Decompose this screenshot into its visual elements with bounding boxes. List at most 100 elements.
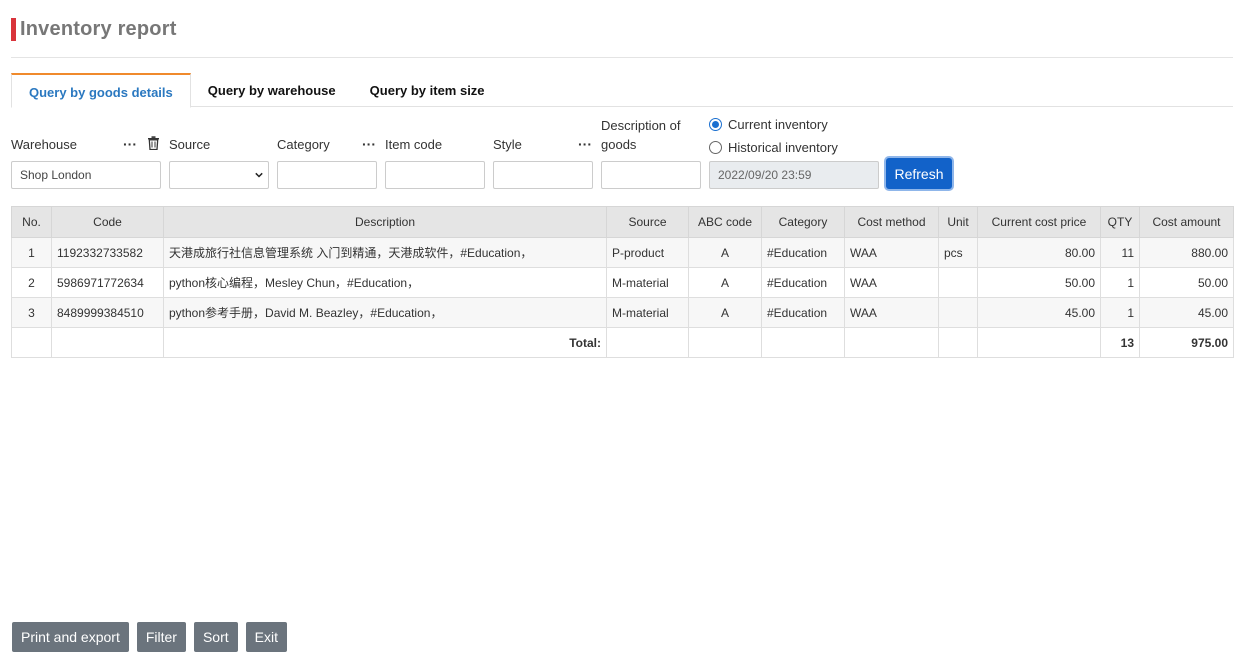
col-header-cost-amount[interactable]: Cost amount [1139, 206, 1234, 238]
total-label: Total: [163, 327, 607, 358]
table-row[interactable]: 3 8489999384510 python参考手册，David M. Beaz… [11, 297, 1234, 328]
refresh-button[interactable]: Refresh [886, 158, 952, 189]
style-input[interactable] [493, 161, 593, 189]
item-code-input[interactable] [385, 161, 485, 189]
cell-qty: 1 [1100, 297, 1140, 328]
cell-source: M-material [606, 267, 689, 298]
cell-abc-code: A [688, 237, 762, 268]
total-empty-cell [11, 327, 52, 358]
cell-cost-amount: 45.00 [1139, 297, 1234, 328]
col-header-qty[interactable]: QTY [1100, 206, 1140, 238]
total-empty-cell [761, 327, 845, 358]
table-row[interactable]: 2 5986971772634 python核心编程，Mesley Chun，#… [11, 267, 1234, 298]
cell-no: 3 [11, 297, 52, 328]
cell-current-cost-price: 80.00 [977, 237, 1101, 268]
description-label-line1: Description of [601, 118, 681, 133]
category-input[interactable] [277, 161, 377, 189]
radio-unselected-icon [709, 141, 722, 154]
cell-unit [938, 267, 978, 298]
cell-cost-method: WAA [844, 237, 939, 268]
cell-no: 2 [11, 267, 52, 298]
col-header-cost-method[interactable]: Cost method [844, 206, 939, 238]
item-code-label: Item code [385, 137, 443, 152]
col-header-unit[interactable]: Unit [938, 206, 978, 238]
total-empty-cell [688, 327, 762, 358]
page-title: Inventory report [20, 18, 177, 40]
tab-query-by-warehouse[interactable]: Query by warehouse [191, 73, 353, 107]
current-inventory-label: Current inventory [728, 117, 828, 132]
sort-button[interactable]: Sort [193, 622, 238, 652]
description-label-line2: goods [601, 137, 637, 152]
exit-button[interactable]: Exit [245, 622, 287, 652]
title-divider [11, 57, 1233, 58]
inventory-datetime-input[interactable]: 2022/09/20 23:59 [709, 161, 879, 189]
current-inventory-radio[interactable]: Current inventory [709, 117, 828, 132]
title-accent-bar [11, 18, 16, 41]
page-header: Inventory report [11, 18, 177, 41]
source-label: Source [169, 137, 211, 152]
col-header-no[interactable]: No. [11, 206, 52, 238]
cell-code: 8489999384510 [51, 297, 164, 328]
cell-cost-amount: 880.00 [1139, 237, 1234, 268]
cell-cost-method: WAA [844, 297, 939, 328]
cell-description: python参考手册，David M. Beazley，#Education， [163, 297, 607, 328]
tab-query-by-goods-details[interactable]: Query by goods details [11, 73, 191, 108]
cell-no: 1 [11, 237, 52, 268]
total-empty-cell [844, 327, 939, 358]
cell-description: python核心编程，Mesley Chun，#Education， [163, 267, 607, 298]
cell-description: 天港成旅行社信息管理系统 入门到精通，天港成软件，#Education， [163, 237, 607, 268]
col-header-source[interactable]: Source [606, 206, 689, 238]
cell-unit: pcs [938, 237, 978, 268]
warehouse-label: Warehouse [11, 137, 77, 152]
category-more-icon[interactable]: ··· [362, 137, 376, 151]
cell-category: #Education [761, 297, 845, 328]
cell-code: 5986971772634 [51, 267, 164, 298]
total-cost-amount: 975.00 [1139, 327, 1234, 358]
total-empty-cell [977, 327, 1101, 358]
cell-category: #Education [761, 237, 845, 268]
cell-source: P-product [606, 237, 689, 268]
warehouse-input[interactable]: Shop London [11, 161, 161, 189]
cell-abc-code: A [688, 297, 762, 328]
action-bar: Print and export Filter Sort Exit [12, 622, 287, 652]
radio-selected-icon [709, 118, 722, 131]
total-empty-cell [51, 327, 164, 358]
cell-source: M-material [606, 297, 689, 328]
col-header-code[interactable]: Code [51, 206, 164, 238]
cell-current-cost-price: 50.00 [977, 267, 1101, 298]
cell-unit [938, 297, 978, 328]
cell-qty: 1 [1100, 267, 1140, 298]
source-select[interactable] [169, 161, 269, 189]
total-qty: 13 [1100, 327, 1140, 358]
filter-button[interactable]: Filter [136, 622, 186, 652]
col-header-description[interactable]: Description [163, 206, 607, 238]
historical-inventory-radio[interactable]: Historical inventory [709, 140, 838, 155]
cell-qty: 11 [1100, 237, 1140, 268]
style-more-icon[interactable]: ··· [578, 137, 592, 151]
table-total-row: Total: 13 975.00 [11, 327, 1234, 358]
cell-abc-code: A [688, 267, 762, 298]
cell-current-cost-price: 45.00 [977, 297, 1101, 328]
cell-category: #Education [761, 267, 845, 298]
cell-cost-amount: 50.00 [1139, 267, 1234, 298]
col-header-category[interactable]: Category [761, 206, 845, 238]
print-export-button[interactable]: Print and export [12, 622, 129, 652]
style-label: Style [493, 137, 522, 152]
tab-query-by-item-size[interactable]: Query by item size [353, 73, 502, 107]
cell-code: 1192332733582 [51, 237, 164, 268]
category-label: Category [277, 137, 330, 152]
col-header-current-cost-price[interactable]: Current cost price [977, 206, 1101, 238]
warehouse-more-icon[interactable]: ··· [123, 137, 137, 151]
chevron-down-icon [255, 172, 263, 178]
inventory-table: No. Code Description Source ABC code Cat… [11, 206, 1234, 358]
total-empty-cell [606, 327, 689, 358]
col-header-abc-code[interactable]: ABC code [688, 206, 762, 238]
historical-inventory-label: Historical inventory [728, 140, 838, 155]
table-row[interactable]: 1 1192332733582 天港成旅行社信息管理系统 入门到精通，天港成软件… [11, 237, 1234, 268]
total-empty-cell [938, 327, 978, 358]
query-tabs: Query by goods details Query by warehous… [11, 73, 1233, 108]
description-input[interactable] [601, 161, 701, 189]
trash-icon[interactable] [147, 136, 160, 150]
table-header-row: No. Code Description Source ABC code Cat… [11, 206, 1234, 238]
cell-cost-method: WAA [844, 267, 939, 298]
